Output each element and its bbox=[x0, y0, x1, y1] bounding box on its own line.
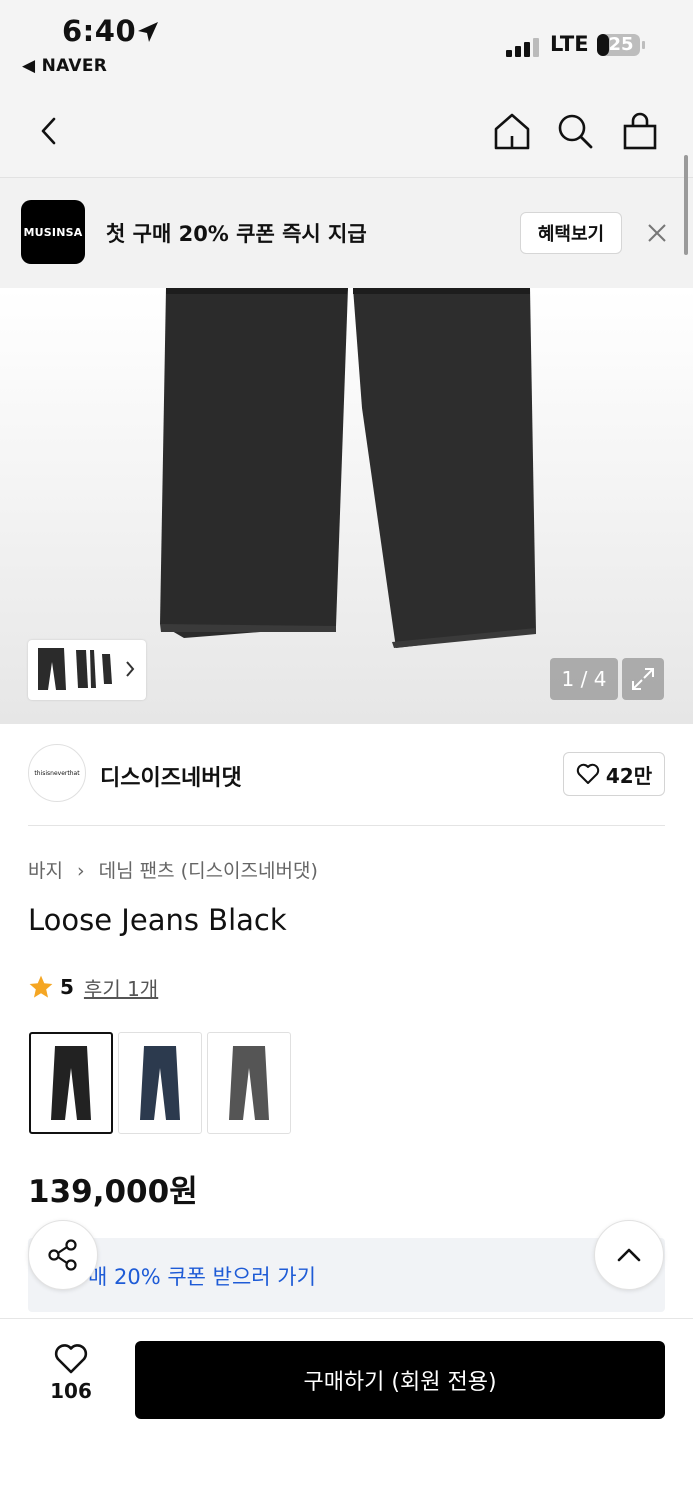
share-icon bbox=[48, 1239, 77, 1271]
expand-icon bbox=[632, 668, 654, 690]
wishlist-button[interactable]: 106 bbox=[40, 1343, 102, 1409]
coupon-bar[interactable]: 매 20% 쿠폰 받으러 가기 bbox=[28, 1238, 665, 1312]
cellular-signal-icon bbox=[506, 38, 539, 57]
jeans-thumbnail bbox=[229, 1046, 269, 1120]
brand-name[interactable]: 디스이즈네버댓 bbox=[100, 760, 242, 792]
coupon-banner[interactable]: MUSINSA 첫 구매 20% 쿠폰 즉시 지급 혜택보기 bbox=[0, 178, 693, 288]
jeans-thumbnail bbox=[51, 1046, 91, 1120]
brand-like-count: 42만 bbox=[605, 763, 653, 788]
scroll-to-top-button[interactable] bbox=[594, 1220, 664, 1290]
product-price: 139,000원 bbox=[28, 1174, 198, 1210]
chevron-right-icon: › bbox=[77, 860, 85, 882]
share-button[interactable] bbox=[28, 1220, 98, 1290]
product-title: Loose Jeans Black bbox=[28, 903, 287, 937]
bottom-action-bar: 106 구매하기 (회원 전용) bbox=[0, 1318, 693, 1500]
back-icon bbox=[41, 117, 56, 145]
musinsa-logo: MUSINSA bbox=[21, 200, 85, 264]
back-button[interactable] bbox=[27, 108, 73, 154]
image-page-indicator: 1 / 4 bbox=[550, 658, 618, 700]
scrollbar[interactable] bbox=[684, 155, 688, 255]
breadcrumb-item[interactable]: 데님 팬츠 (디스이즈네버댓) bbox=[99, 856, 318, 883]
cart-button[interactable] bbox=[617, 108, 663, 154]
shopping-bag-icon bbox=[623, 112, 657, 150]
location-arrow-icon bbox=[138, 22, 158, 42]
network-type: LTE bbox=[550, 32, 589, 56]
search-button[interactable] bbox=[552, 108, 598, 154]
status-time: 6:40 bbox=[62, 14, 137, 48]
chevron-up-icon bbox=[617, 1248, 641, 1262]
buy-button[interactable]: 구매하기 (회원 전용) bbox=[135, 1341, 665, 1419]
brand-row[interactable]: thisisneverthat 디스이즈네버댓 42만 bbox=[28, 744, 665, 826]
brand-like-button[interactable]: 42만 bbox=[563, 752, 665, 796]
heart-icon bbox=[576, 763, 600, 784]
close-icon[interactable] bbox=[644, 220, 670, 246]
coupon-link-text: 매 20% 쿠폰 받으러 가기 bbox=[88, 1265, 316, 1289]
color-option-navy[interactable] bbox=[118, 1032, 202, 1134]
color-option-black[interactable] bbox=[29, 1032, 113, 1134]
banner-text: 첫 구매 20% 쿠폰 즉시 지급 bbox=[106, 222, 367, 246]
back-to-app-link[interactable]: ◀ NAVER bbox=[22, 56, 107, 76]
review-link[interactable]: 후기 1개 bbox=[84, 973, 158, 1002]
rating-row: 5 후기 1개 bbox=[28, 972, 158, 1002]
product-image-carousel[interactable]: 1 / 4 bbox=[0, 288, 693, 724]
star-icon bbox=[29, 975, 53, 998]
brand-logo: thisisneverthat bbox=[28, 744, 86, 802]
battery-level: 25 bbox=[608, 34, 634, 55]
breadcrumb: 바지 › 데님 팬츠 (디스이즈네버댓) bbox=[28, 856, 318, 883]
wishlist-count: 106 bbox=[50, 1379, 92, 1403]
top-nav-bar bbox=[0, 90, 693, 178]
breadcrumb-item[interactable]: 바지 bbox=[28, 856, 63, 883]
home-icon bbox=[494, 113, 530, 150]
thumbnail-images bbox=[38, 648, 135, 690]
search-icon bbox=[558, 114, 593, 149]
jeans-thumbnail bbox=[140, 1046, 180, 1120]
view-benefits-button[interactable]: 혜택보기 bbox=[520, 212, 622, 254]
rating-score: 5 bbox=[60, 975, 74, 999]
home-button[interactable] bbox=[489, 108, 535, 154]
color-option-grey[interactable] bbox=[207, 1032, 291, 1134]
thumbnail-strip[interactable] bbox=[28, 640, 146, 700]
expand-image-button[interactable] bbox=[622, 658, 664, 700]
heart-icon bbox=[54, 1344, 88, 1374]
status-bar: 6:40 ◀ NAVER LTE 25 bbox=[0, 0, 693, 90]
